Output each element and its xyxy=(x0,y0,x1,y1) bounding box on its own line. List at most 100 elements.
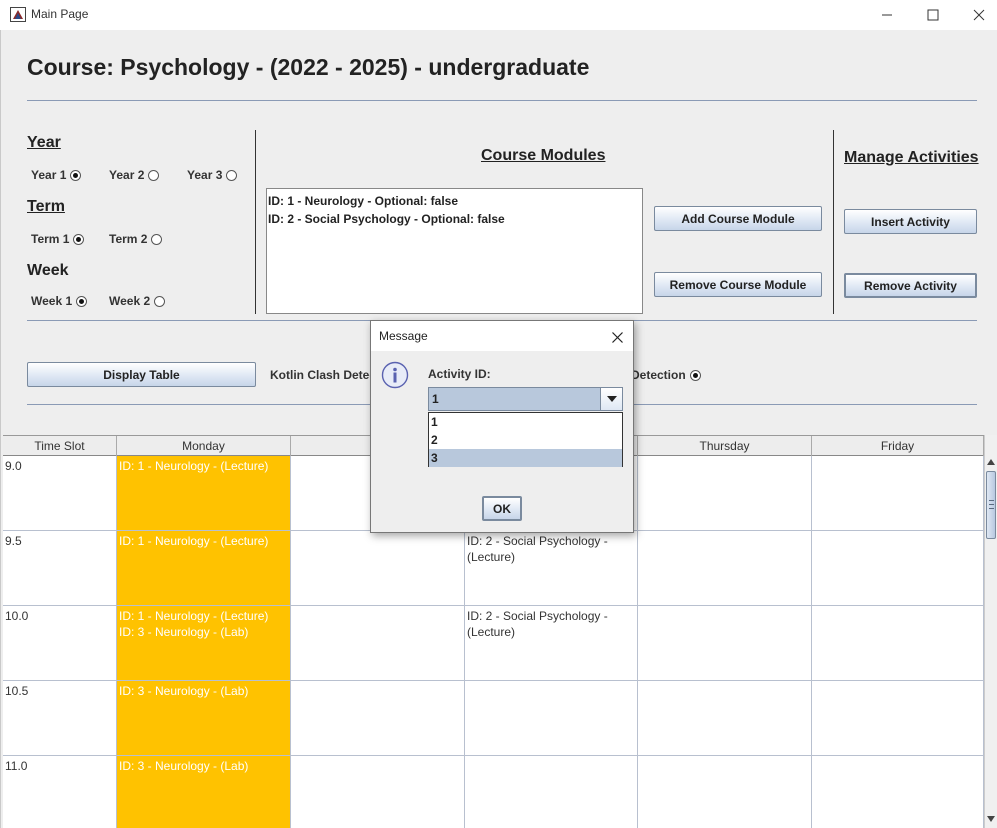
display-table-button[interactable]: Display Table xyxy=(27,362,256,387)
radio-term-1[interactable]: Term 1 xyxy=(31,232,85,246)
radio-week-2[interactable]: Week 2 xyxy=(109,294,166,308)
radio-unselected-icon xyxy=(148,169,160,181)
column-header-monday[interactable]: Monday xyxy=(117,436,291,456)
scrollbar-thumb[interactable] xyxy=(986,471,996,539)
activity-entry: ID: 3 - Neurology - (Lab) xyxy=(119,625,249,639)
section-divider xyxy=(833,130,834,314)
list-item[interactable]: ID: 2 - Social Psychology - Optional: fa… xyxy=(268,210,641,228)
tuesday-cell[interactable] xyxy=(291,606,465,681)
combobox-dropdown-button[interactable] xyxy=(600,388,622,410)
activity-entry: ID: 2 - Social Psychology - xyxy=(467,609,608,623)
radio-unselected-icon xyxy=(226,169,238,181)
radio-week-1[interactable]: Week 1 xyxy=(31,294,88,308)
activity-entry: ID: 1 - Neurology - (Lecture) xyxy=(119,459,269,473)
minimize-button[interactable] xyxy=(864,0,910,30)
wednesday-cell[interactable]: ID: 2 - Social Psychology - (Lecture) xyxy=(465,531,638,606)
friday-cell[interactable] xyxy=(812,606,984,681)
activity-entry-continued: (Lecture) xyxy=(467,625,516,639)
thursday-cell[interactable] xyxy=(638,606,812,681)
monday-cell[interactable]: ID: 1 - Neurology - (Lecture) ID: 3 - Neu… xyxy=(117,606,291,681)
time-slot-cell[interactable]: 10.0 xyxy=(3,606,117,681)
add-course-module-button[interactable]: Add Course Module xyxy=(654,206,822,231)
message-dialog: Message Activity ID: 1 1 2 3 OK xyxy=(370,320,634,533)
year-heading: Year xyxy=(27,134,61,151)
ok-button[interactable]: OK xyxy=(482,496,522,521)
friday-cell[interactable] xyxy=(812,756,984,828)
radio-year-1[interactable]: Year 1 xyxy=(31,168,82,182)
title-divider xyxy=(27,100,977,101)
wednesday-cell[interactable] xyxy=(465,756,638,828)
radio-term-2[interactable]: Term 2 xyxy=(109,232,163,246)
thursday-cell[interactable] xyxy=(638,531,812,606)
activity-entry: ID: 3 - Neurology - (Lab) xyxy=(119,684,249,698)
radio-year-2-label: Year 2 xyxy=(109,168,145,182)
course-modules-list[interactable]: ID: 1 - Neurology - Optional: false ID: … xyxy=(266,188,643,314)
thursday-cell[interactable] xyxy=(638,681,812,756)
wednesday-cell[interactable] xyxy=(465,681,638,756)
week-heading: Week xyxy=(27,262,69,279)
dropdown-option[interactable]: 2 xyxy=(429,431,622,449)
close-icon xyxy=(611,331,623,343)
monday-cell[interactable]: ID: 3 - Neurology - (Lab) xyxy=(117,756,291,828)
friday-cell[interactable] xyxy=(812,456,984,531)
radio-year-2[interactable]: Year 2 xyxy=(109,168,160,182)
info-icon xyxy=(381,361,409,389)
detection-label: Detection xyxy=(631,368,686,382)
time-slot-cell[interactable]: 10.5 xyxy=(3,681,117,756)
friday-cell[interactable] xyxy=(812,531,984,606)
radio-year-3-label: Year 3 xyxy=(187,168,223,182)
close-button[interactable] xyxy=(956,0,997,30)
radio-term-1-label: Term 1 xyxy=(31,232,70,246)
dropdown-option[interactable]: 1 xyxy=(429,413,622,431)
course-title: Course: Psychology - (2022 - 2025) - und… xyxy=(27,54,590,80)
radio-detection[interactable]: Detection xyxy=(631,368,701,382)
activity-id-combobox[interactable]: 1 xyxy=(428,387,623,411)
remove-activity-button[interactable]: Remove Activity xyxy=(844,273,977,298)
insert-activity-button[interactable]: Insert Activity xyxy=(844,209,977,234)
tuesday-cell[interactable] xyxy=(291,531,465,606)
grip-line xyxy=(989,504,994,505)
activity-id-dropdown-list: 1 2 3 xyxy=(428,412,623,467)
scroll-down-arrow-icon[interactable] xyxy=(987,816,995,822)
table-vertical-scrollbar[interactable] xyxy=(984,435,997,828)
manage-activities-heading: Manage Activities xyxy=(844,149,979,166)
radio-week-1-label: Week 1 xyxy=(31,294,73,308)
radio-year-3[interactable]: Year 3 xyxy=(187,168,238,182)
thursday-cell[interactable] xyxy=(638,456,812,531)
maximize-button[interactable] xyxy=(910,0,956,30)
radio-selected-icon xyxy=(70,169,82,181)
column-header-thursday[interactable]: Thursday xyxy=(638,436,812,456)
time-slot-cell[interactable]: 9.0 xyxy=(3,456,117,531)
course-modules-heading: Course Modules xyxy=(481,147,606,164)
time-slot-cell[interactable]: 11.0 xyxy=(3,756,117,828)
radio-unselected-icon xyxy=(154,295,166,307)
chevron-down-icon xyxy=(606,396,617,402)
section-divider xyxy=(255,130,256,314)
dropdown-option-highlighted[interactable]: 3 xyxy=(429,449,622,467)
time-slot-cell[interactable]: 9.5 xyxy=(3,531,117,606)
radio-week-2-label: Week 2 xyxy=(109,294,151,308)
minimize-icon xyxy=(882,14,892,16)
tuesday-cell[interactable] xyxy=(291,681,465,756)
window-titlebar: Main Page xyxy=(0,0,997,30)
dialog-titlebar: Message xyxy=(371,321,633,351)
monday-cell[interactable]: ID: 1 - Neurology - (Lecture) xyxy=(117,531,291,606)
activity-entry-continued: (Lecture) xyxy=(467,550,516,564)
java-app-icon xyxy=(10,7,26,22)
term-heading: Term xyxy=(27,198,65,215)
column-header-friday[interactable]: Friday xyxy=(812,436,984,456)
dialog-close-button[interactable] xyxy=(607,327,627,347)
activity-entry: ID: 2 - Social Psychology - xyxy=(467,534,608,548)
thursday-cell[interactable] xyxy=(638,756,812,828)
friday-cell[interactable] xyxy=(812,681,984,756)
column-header-time-slot[interactable]: Time Slot xyxy=(3,436,117,456)
wednesday-cell[interactable]: ID: 2 - Social Psychology - (Lecture) xyxy=(465,606,638,681)
remove-course-module-button[interactable]: Remove Course Module xyxy=(654,272,822,297)
tuesday-cell[interactable] xyxy=(291,756,465,828)
list-item[interactable]: ID: 1 - Neurology - Optional: false xyxy=(268,192,641,210)
monday-cell[interactable]: ID: 1 - Neurology - (Lecture) xyxy=(117,456,291,531)
scroll-up-arrow-icon[interactable] xyxy=(987,459,995,465)
grip-line xyxy=(989,508,994,509)
radio-selected-icon xyxy=(76,295,88,307)
monday-cell[interactable]: ID: 3 - Neurology - (Lab) xyxy=(117,681,291,756)
